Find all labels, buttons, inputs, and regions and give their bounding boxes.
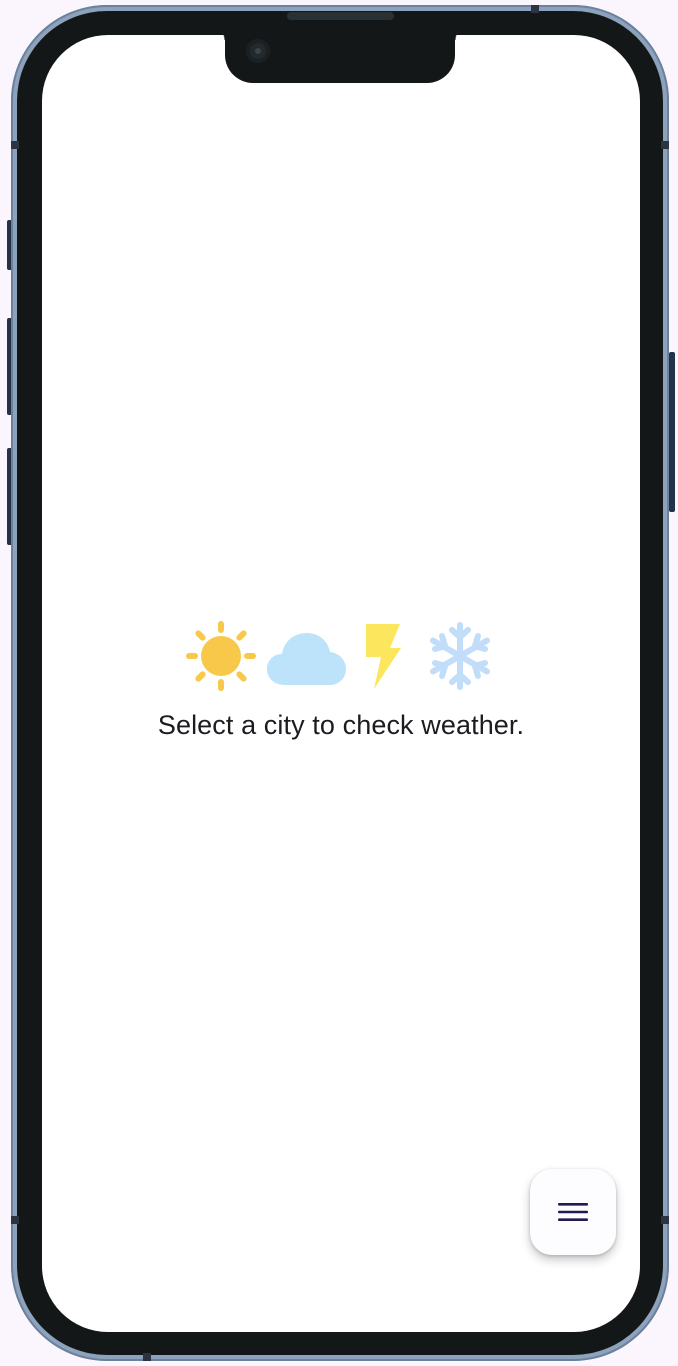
snowflake-icon [430,622,490,690]
device-mockup: Select a city to check weather. [0,0,678,1366]
menu-icon [558,1203,588,1221]
antenna-line [143,1353,151,1361]
lightning-icon [366,624,401,689]
antenna-line [661,1216,669,1224]
power-button [669,352,675,512]
sun-icon [186,621,256,691]
menu-button[interactable] [530,1169,616,1255]
front-camera [246,39,270,63]
weather-icons-row [42,620,640,692]
cloud-icon [267,633,346,685]
antenna-line [531,5,539,13]
earpiece-speaker [287,12,394,20]
app-screen: Select a city to check weather. [42,35,640,1332]
antenna-line [11,141,19,149]
select-city-prompt: Select a city to check weather. [157,710,525,740]
antenna-line [661,141,669,149]
antenna-line [11,1216,19,1224]
